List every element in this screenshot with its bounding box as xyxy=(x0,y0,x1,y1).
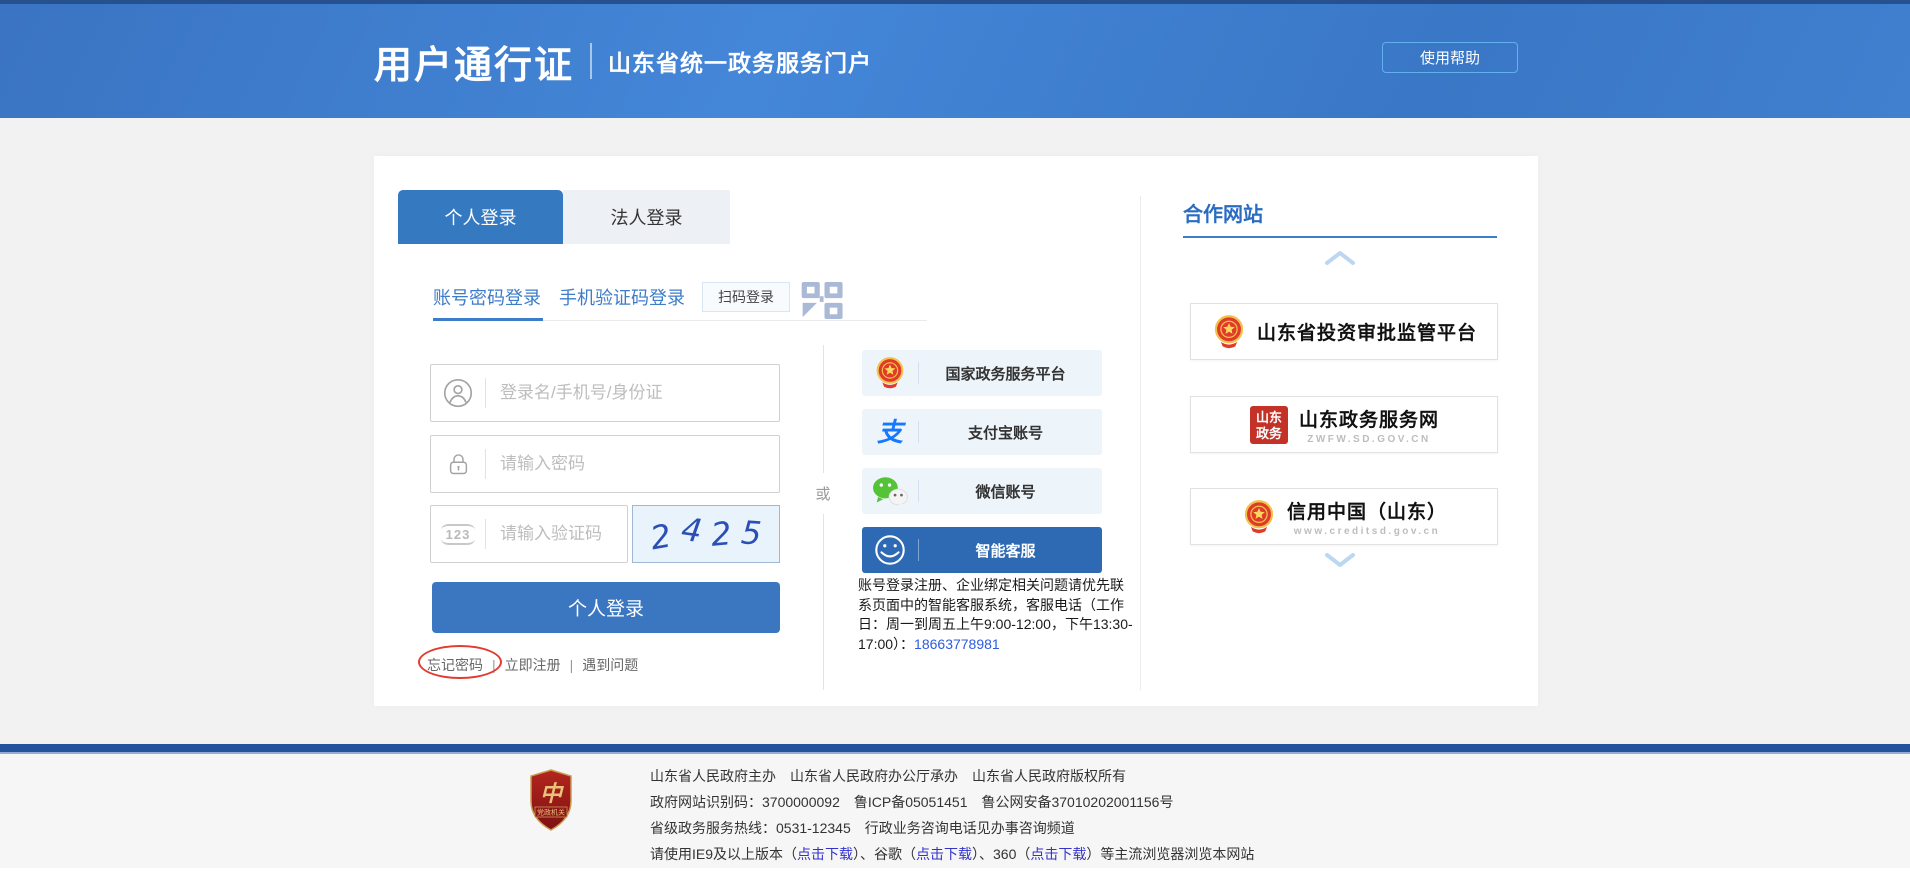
svg-text:政务: 政务 xyxy=(1256,426,1283,441)
smart-service-icon xyxy=(862,533,918,567)
partner-card-credit-china[interactable]: 信用中国（山东） www.creditsd.gov.cn xyxy=(1190,488,1498,545)
footer-accent-bar xyxy=(0,744,1910,752)
partner-sites-underline xyxy=(1183,236,1497,238)
svg-text:山东: 山东 xyxy=(1256,410,1282,425)
password-input[interactable] xyxy=(486,454,779,474)
service-phone-link[interactable]: 18663778981 xyxy=(914,636,1000,652)
svg-text:中: 中 xyxy=(540,781,564,806)
register-now-link[interactable]: 立即注册 xyxy=(505,655,561,675)
download-chrome-link[interactable]: 点击下载 xyxy=(916,846,972,862)
panel-vertical-separator xyxy=(1140,196,1141,690)
forgot-password-link[interactable]: 忘记密码 xyxy=(427,655,483,675)
download-ie-link[interactable]: 点击下载 xyxy=(797,846,853,862)
lock-icon xyxy=(431,451,485,478)
brand-divider xyxy=(590,43,592,79)
user-icon xyxy=(431,378,485,408)
footer: 中 党政机关 山东省人民政府主办 山东省人民政府办公厅承办 山东省人民政府版权所… xyxy=(0,754,1910,868)
third-party-national-platform[interactable]: 国家政务服务平台 xyxy=(862,350,1102,396)
link-separator: | xyxy=(570,657,574,673)
chevron-up-icon[interactable] xyxy=(1324,250,1356,266)
svg-text:党政机关: 党政机关 xyxy=(537,808,565,817)
footer-line-browsers: 请使用IE9及以上版本（点击下载）、谷歌（点击下载）、360（点击下载）等主流浏… xyxy=(650,841,1254,867)
method-scan-login[interactable]: 扫码登录 xyxy=(702,282,790,312)
captcha-input[interactable] xyxy=(486,524,627,544)
third-party-login-list: 国家政务服务平台 支 支付宝账号 微信账号 xyxy=(862,350,1102,586)
helper-links: 忘记密码 | 立即注册 | 遇到问题 xyxy=(427,655,638,675)
footer-text: 山东省人民政府主办 山东省人民政府办公厅承办 山东省人民政府版权所有 政府网站识… xyxy=(650,763,1254,867)
login-method-row: 账号密码登录 手机验证码登录 扫码登录 xyxy=(433,276,848,318)
third-party-smart-service[interactable]: 智能客服 xyxy=(862,527,1102,573)
download-360-link[interactable]: 点击下载 xyxy=(1030,846,1086,862)
active-method-underline xyxy=(433,318,543,321)
link-separator: | xyxy=(492,657,496,673)
header: 用户通行证 山东省统一政务服务门户 使用帮助 xyxy=(0,4,1910,118)
password-field-group xyxy=(430,435,780,493)
method-sms-code[interactable]: 手机验证码登录 xyxy=(559,284,685,310)
partner-url: ZWFW.SD.GOV.CN xyxy=(1307,434,1431,445)
tab-corporate-login[interactable]: 法人登录 xyxy=(563,190,730,244)
partner-sites-title: 合作网站 xyxy=(1183,198,1263,227)
page-title: 用户通行证 xyxy=(374,34,574,89)
national-emblem-icon xyxy=(1211,314,1247,350)
government-site-badge: 中 党政机关 xyxy=(528,769,574,831)
third-party-alipay[interactable]: 支 支付宝账号 xyxy=(862,409,1102,455)
username-field-group xyxy=(430,364,780,422)
partner-url: www.creditsd.gov.cn xyxy=(1294,526,1440,537)
page-subtitle: 山东省统一政务服务门户 xyxy=(608,44,872,78)
username-input[interactable] xyxy=(486,383,779,403)
wechat-icon xyxy=(862,475,918,508)
login-panel: 个人登录 法人登录 账号密码登录 手机验证码登录 扫码登录 xyxy=(374,156,1538,706)
digits-icon: 123 xyxy=(431,524,485,545)
red-seal-icon: 山东 政务 xyxy=(1249,405,1289,445)
method-account-password[interactable]: 账号密码登录 xyxy=(433,284,541,310)
tab-personal-login[interactable]: 个人登录 xyxy=(398,190,563,244)
help-button[interactable]: 使用帮助 xyxy=(1382,42,1518,73)
captcha-field-group: 123 xyxy=(430,505,628,563)
national-emblem-icon xyxy=(862,356,918,390)
service-notice: 账号登录注册、企业绑定相关问题请优先联系页面中的智能客服系统，客服电话（工作日：… xyxy=(858,576,1136,654)
captcha-image[interactable]: 2425 xyxy=(632,505,780,563)
having-problems-link[interactable]: 遇到问题 xyxy=(582,655,638,675)
national-emblem-icon xyxy=(1241,499,1277,535)
footer-line-icp: 政府网站识别码：3700000092 鲁ICP备05051451 鲁公网安备37… xyxy=(650,789,1254,815)
brand: 用户通行证 山东省统一政务服务门户 xyxy=(374,4,872,118)
qr-code-icon[interactable] xyxy=(801,282,848,320)
personal-login-button[interactable]: 个人登录 xyxy=(432,582,780,633)
or-label: 或 xyxy=(815,483,830,504)
footer-line-hotline: 省级政务服务热线：0531-12345 行政业务咨询电话见办事咨询频道 xyxy=(650,815,1254,841)
partner-card-investment-platform[interactable]: 山东省投资审批监管平台 xyxy=(1190,303,1498,360)
footer-line-sponsor: 山东省人民政府主办 山东省人民政府办公厅承办 山东省人民政府版权所有 xyxy=(650,763,1254,789)
partner-card-zwfw[interactable]: 山东 政务 山东政务服务网 ZWFW.SD.GOV.CN xyxy=(1190,396,1498,453)
third-party-wechat[interactable]: 微信账号 xyxy=(862,468,1102,514)
or-divider: 或 xyxy=(815,345,831,690)
chevron-down-icon[interactable] xyxy=(1324,552,1356,568)
